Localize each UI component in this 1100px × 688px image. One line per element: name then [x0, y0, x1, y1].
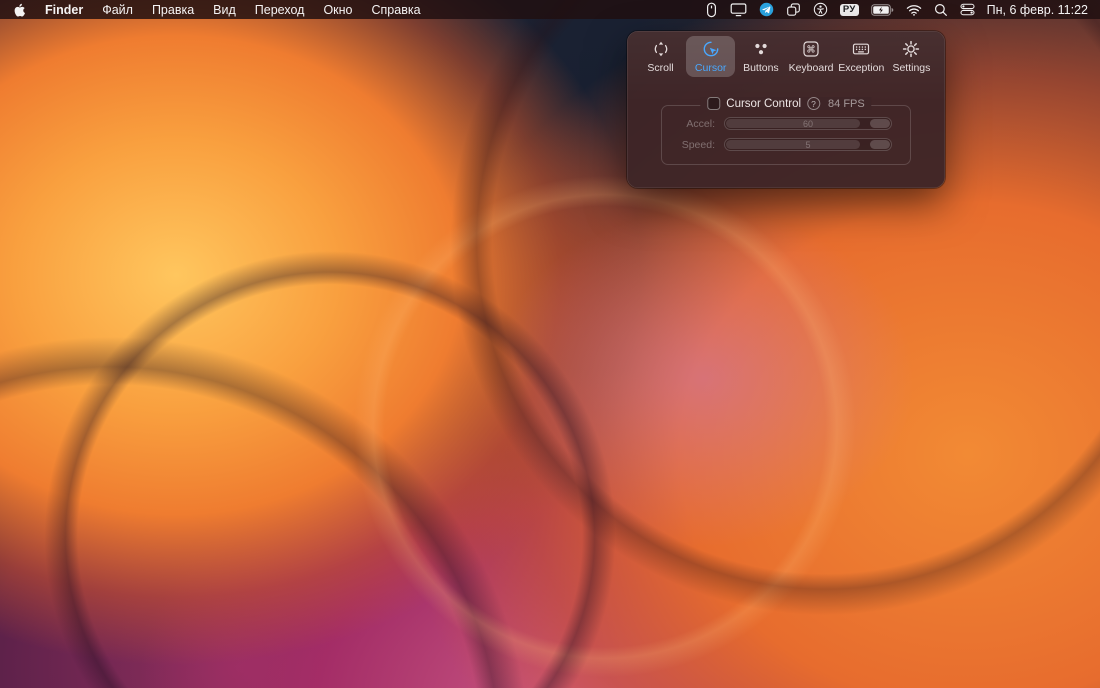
- mouse-icon[interactable]: [705, 2, 718, 18]
- tab-keyboard-label: Keyboard: [789, 62, 834, 74]
- speed-slider-row: Speed: 5: [662, 138, 910, 151]
- menu-bar-status-area: РУ: [705, 2, 1088, 18]
- menu-bar-left: Finder Файл Правка Вид Переход Окно Спра…: [12, 2, 421, 18]
- speed-value: 5: [725, 139, 891, 150]
- cursor-control-group: Cursor Control ? 84 FPS Accel: 60 Speed:: [661, 105, 911, 165]
- telegram-icon[interactable]: [759, 2, 774, 17]
- accel-slider[interactable]: 60: [724, 117, 892, 130]
- menu-help[interactable]: Справка: [372, 3, 421, 17]
- speed-slider[interactable]: 5: [724, 138, 892, 151]
- apple-menu-icon[interactable]: [12, 2, 26, 18]
- tab-exception[interactable]: Exception: [837, 36, 886, 77]
- display-icon[interactable]: [730, 2, 747, 17]
- svg-text:⌘: ⌘: [806, 45, 816, 56]
- accel-slider-row: Accel: 60: [662, 117, 910, 130]
- input-source-badge[interactable]: РУ: [840, 4, 859, 16]
- tab-scroll-label: Scroll: [647, 62, 673, 74]
- gear-icon: [902, 40, 920, 61]
- tab-exception-label: Exception: [838, 62, 884, 74]
- slider-controls-disabled: Accel: 60 Speed: 5: [662, 106, 910, 164]
- tab-scroll[interactable]: Scroll: [636, 36, 685, 77]
- wifi-icon[interactable]: [906, 4, 922, 16]
- accel-label: Accel:: [662, 118, 724, 130]
- menu-bar: Finder Файл Правка Вид Переход Окно Спра…: [0, 0, 1100, 19]
- scroll-icon: [652, 40, 670, 61]
- buttons-icon: [752, 40, 770, 61]
- tab-settings[interactable]: Settings: [887, 36, 936, 77]
- cursor-icon: [702, 40, 720, 61]
- search-icon[interactable]: [934, 3, 948, 17]
- menu-view[interactable]: Вид: [213, 3, 236, 17]
- window-stack-icon[interactable]: [786, 2, 801, 17]
- accel-value: 60: [725, 118, 891, 129]
- menu-bar-clock[interactable]: Пн, 6 февр. 11:22: [987, 3, 1088, 17]
- accessibility-icon[interactable]: [813, 2, 828, 17]
- menu-go[interactable]: Переход: [255, 3, 305, 17]
- popover-tab-bar: Scroll Cursor: [627, 31, 945, 77]
- command-key-icon: ⌘: [802, 40, 820, 61]
- tab-cursor[interactable]: Cursor: [686, 36, 735, 77]
- tab-buttons[interactable]: Buttons: [736, 36, 785, 77]
- tab-buttons-label: Buttons: [743, 62, 779, 74]
- keyboard-grid-icon: [852, 40, 870, 61]
- control-center-icon[interactable]: [960, 3, 975, 16]
- active-app-name[interactable]: Finder: [45, 3, 83, 17]
- menu-edit[interactable]: Правка: [152, 3, 194, 17]
- tab-settings-label: Settings: [892, 62, 930, 74]
- tab-cursor-label: Cursor: [695, 62, 727, 74]
- tab-keyboard[interactable]: ⌘ Keyboard: [787, 36, 836, 77]
- battery-charging-icon[interactable]: [871, 4, 894, 16]
- menu-window[interactable]: Окно: [323, 3, 352, 17]
- menu-file[interactable]: Файл: [102, 3, 133, 17]
- speed-label: Speed:: [662, 139, 724, 151]
- mouse-utility-popover: Scroll Cursor: [627, 31, 945, 188]
- desktop: Finder Файл Правка Вид Переход Окно Спра…: [0, 0, 1100, 688]
